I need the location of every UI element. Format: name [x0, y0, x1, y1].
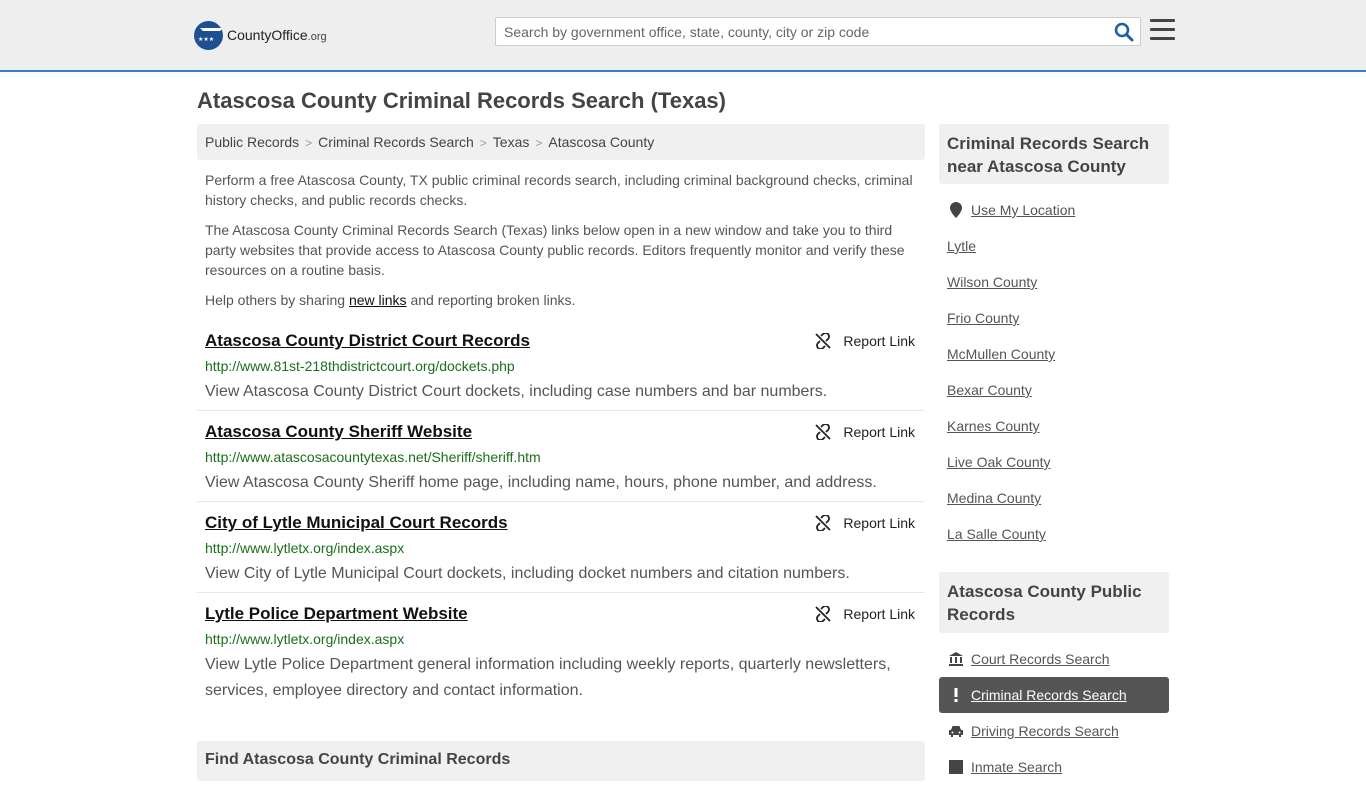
nearby-link-lytle[interactable]: Lytle [947, 238, 976, 254]
search-box [495, 17, 1141, 46]
exclamation-icon [949, 688, 963, 702]
sidebar-item-inmate-search[interactable]: Inmate Search [939, 749, 1169, 785]
report-link[interactable]: Report Link [815, 333, 915, 349]
find-records-heading: Find Atascosa County Criminal Records [197, 741, 925, 781]
record-description: View Lytle Police Department general inf… [205, 656, 891, 699]
record-description: View Atascosa County Sheriff home page, … [205, 474, 877, 491]
site-logo[interactable]: CountyOffice.org [194, 20, 327, 50]
use-location-link[interactable]: Use My Location [939, 192, 1169, 228]
hamburger-menu-icon[interactable] [1150, 19, 1175, 42]
breadcrumb-item-county[interactable]: Atascosa County [548, 134, 654, 150]
sidebar-item-driving-records[interactable]: Driving Records Search [939, 713, 1169, 749]
breadcrumb: Public Records > Criminal Records Search > T… [197, 124, 925, 160]
sidebar-item-criminal-records[interactable]: Criminal Records Search [939, 677, 1169, 713]
report-link[interactable]: Report Link [815, 606, 915, 622]
sidebar-item-court-records[interactable]: Court Records Search [939, 641, 1169, 677]
report-link[interactable]: Report Link [815, 515, 915, 531]
search-input[interactable] [496, 18, 1106, 45]
nearby-link-karnes[interactable]: Karnes County [947, 418, 1040, 434]
broken-link-icon [815, 333, 832, 349]
intro-paragraph: The Atascosa County Criminal Records Sea… [205, 222, 905, 278]
county-seal-icon [194, 20, 223, 50]
broken-link-icon [815, 515, 832, 531]
help-paragraph: Help others by sharing new links and rep… [205, 292, 576, 308]
nearby-link-bexar[interactable]: Bexar County [947, 382, 1032, 398]
record-item: City of Lytle Municipal Court Records Re… [197, 513, 925, 593]
nearby-link-mcmullen[interactable]: McMullen County [947, 346, 1055, 362]
breadcrumb-item-public-records[interactable]: Public Records [205, 134, 299, 150]
breadcrumb-separator-icon: > [535, 136, 543, 150]
record-title-link[interactable]: Lytle Police Department Website [205, 604, 468, 624]
record-url: http://www.lytletx.org/index.aspx [205, 540, 405, 556]
nearby-link-medina[interactable]: Medina County [947, 490, 1041, 506]
record-item: Atascosa County District Court Records R… [197, 331, 925, 411]
car-icon [949, 725, 963, 737]
record-title-link[interactable]: Atascosa County Sheriff Website [205, 422, 472, 442]
breadcrumb-separator-icon: > [479, 136, 487, 150]
search-icon[interactable] [1114, 22, 1134, 42]
intro-paragraph: Perform a free Atascosa County, TX publi… [205, 172, 913, 208]
nearby-link-wilson[interactable]: Wilson County [947, 274, 1037, 290]
report-link[interactable]: Report Link [815, 424, 915, 440]
breadcrumb-item-texas[interactable]: Texas [493, 134, 530, 150]
page-title: Atascosa County Criminal Records Search … [197, 88, 726, 113]
record-description: View City of Lytle Municipal Court docke… [205, 565, 850, 582]
map-pin-icon [949, 202, 963, 218]
broken-link-icon [815, 424, 832, 440]
logo-text: CountyOffice.org [227, 27, 327, 43]
public-records-heading: Atascosa County Public Records [939, 572, 1169, 633]
new-links-link[interactable]: new links [349, 292, 407, 308]
top-bar: CountyOffice.org [0, 0, 1366, 72]
record-title-link[interactable]: City of Lytle Municipal Court Records [205, 513, 508, 533]
record-url: http://www.atascosacountytexas.net/Sheri… [205, 449, 541, 465]
record-description: View Atascosa County District Court dock… [205, 383, 828, 400]
courthouse-icon [949, 652, 963, 666]
broken-link-icon [815, 606, 832, 622]
breadcrumb-item-criminal-records[interactable]: Criminal Records Search [318, 134, 474, 150]
record-item: Lytle Police Department Website Report L… [197, 604, 925, 704]
nearby-heading: Criminal Records Search near Atascosa Co… [939, 124, 1169, 184]
record-url: http://www.lytletx.org/index.aspx [205, 631, 405, 647]
inmate-icon [949, 760, 963, 774]
nearby-link-la-salle[interactable]: La Salle County [947, 526, 1046, 542]
record-title-link[interactable]: Atascosa County District Court Records [205, 331, 530, 351]
record-item: Atascosa County Sheriff Website Report L… [197, 422, 925, 502]
breadcrumb-separator-icon: > [305, 136, 313, 150]
nearby-link-frio[interactable]: Frio County [947, 310, 1019, 326]
record-url: http://www.81st-218thdistrictcourt.org/d… [205, 358, 515, 374]
nearby-link-live-oak[interactable]: Live Oak County [947, 454, 1051, 470]
